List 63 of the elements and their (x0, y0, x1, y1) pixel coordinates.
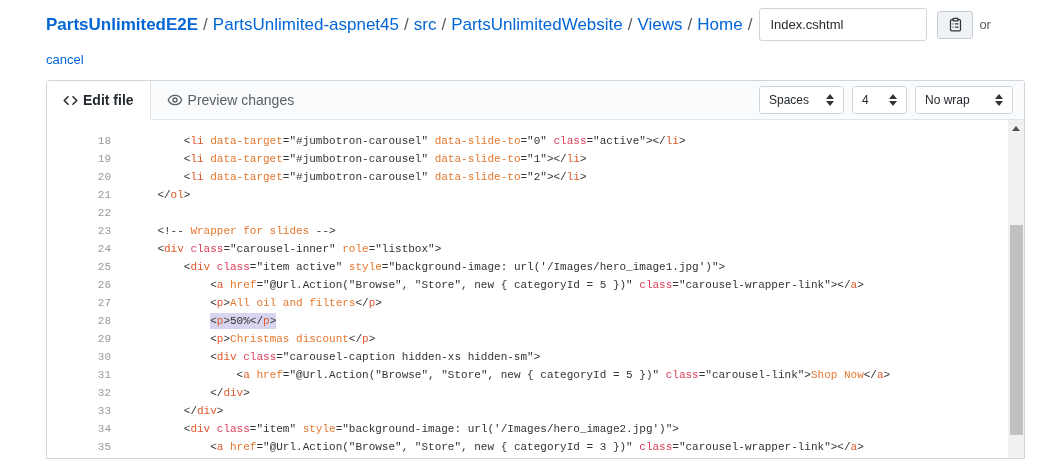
breadcrumb-separator: / (747, 13, 753, 36)
code-line: <a href="@Url.Action("Browse", "Store", new { categoryId = 5 })" class="carousel-wrapper-link"></a> (210, 277, 864, 293)
code-line: <a href="@Url.Action("Browse", "Store", new { categoryId = 5 })" class="carousel-link">Shop Now</a> (236, 367, 891, 383)
line-number: 22 (96, 205, 111, 221)
line-number: 23 (96, 223, 111, 239)
breadcrumb-link[interactable]: PartsUnlimitedWebsite (451, 11, 623, 38)
breadcrumb-separator: / (203, 13, 208, 36)
editor-tab[interactable]: Edit file (47, 80, 151, 121)
line-number: 33 (96, 403, 111, 419)
code-line: <p>Christmas discount</p> (210, 331, 376, 347)
line-number: 34 (96, 421, 111, 437)
sort-caret-icon (995, 94, 1003, 106)
clipboard-button[interactable] (937, 10, 974, 39)
line-number: 25 (96, 259, 111, 275)
eye-icon (166, 92, 183, 108)
option-select[interactable]: Spaces (759, 86, 844, 114)
or-text: or (979, 15, 991, 34)
code-line: <!-- Wrapper for slides --> (157, 223, 336, 239)
breadcrumb-link[interactable]: Views (637, 11, 683, 38)
sort-caret-icon (826, 94, 834, 106)
editor-tab[interactable]: Preview changes (150, 80, 311, 120)
option-select[interactable]: No wrap (915, 86, 1013, 114)
breadcrumb-separator: / (627, 13, 633, 36)
code-line: <li data-target="#jumbotron-carousel" data-slide-to="0" class="active"></li> (183, 133, 686, 149)
code-line: <div class="carousel-inner" role="listbox"> (157, 241, 442, 257)
line-number: 30 (96, 349, 111, 365)
line-number: 19 (96, 151, 111, 167)
line-number: 35 (96, 439, 111, 455)
filename-field[interactable]: Index.cshtml (759, 8, 928, 41)
line-number: 26 (96, 277, 111, 293)
scroll-up-icon[interactable] (1012, 126, 1020, 131)
code-line: </div> (210, 385, 250, 401)
code-line: </div> (183, 403, 224, 419)
line-number: 28 (96, 313, 111, 329)
code-line: <div class="carousel-caption hidden-xs hidden-sm"> (210, 349, 541, 365)
line-number: 32 (96, 385, 111, 401)
breadcrumb-separator: / (687, 13, 693, 36)
clipboard-icon (947, 17, 963, 32)
line-number: 21 (96, 187, 111, 203)
breadcrumb-link[interactable]: PartsUnlimitedE2E (46, 11, 199, 38)
cancel-link[interactable]: cancel (46, 52, 84, 67)
code-line: <li data-target="#jumbotron-carousel" data-slide-to="2"></li> (183, 169, 587, 185)
code-line: <li data-target="#jumbotron-carousel" data-slide-to="1"></li> (183, 151, 587, 167)
code-line: <a href="@Url.Action("Browse", "Store", new { categoryId = 3 })" class="carousel-wrapper-link"></a> (210, 439, 864, 455)
line-number: 27 (96, 295, 111, 311)
code-line: <div class="item active" style="background-image: url('/Images/hero_image1.jpg')"> (183, 259, 726, 275)
scrollbar-thumb[interactable] (1009, 225, 1023, 435)
option-select[interactable]: 4 (852, 86, 907, 114)
breadcrumb-separator: / (441, 13, 447, 36)
code-line: </ol> (157, 187, 191, 203)
code-line: <div class="item" style="background-image: url('/Images/hero_image2.jpg')"> (183, 421, 679, 437)
breadcrumb-link[interactable]: PartsUnlimited-aspnet45 (212, 11, 399, 38)
breadcrumb-link[interactable]: src (413, 11, 437, 38)
line-number: 24 (96, 241, 111, 257)
line-number: 18 (96, 133, 111, 149)
code-line: <p>All oil and filters</p> (210, 295, 382, 311)
line-number: 31 (96, 367, 111, 383)
sort-caret-icon (889, 94, 897, 106)
line-number: 20 (96, 169, 111, 185)
code-icon (63, 93, 78, 108)
breadcrumb-separator: / (404, 13, 409, 36)
breadcrumb-link[interactable]: Home (697, 11, 743, 38)
line-number: 29 (96, 331, 111, 347)
